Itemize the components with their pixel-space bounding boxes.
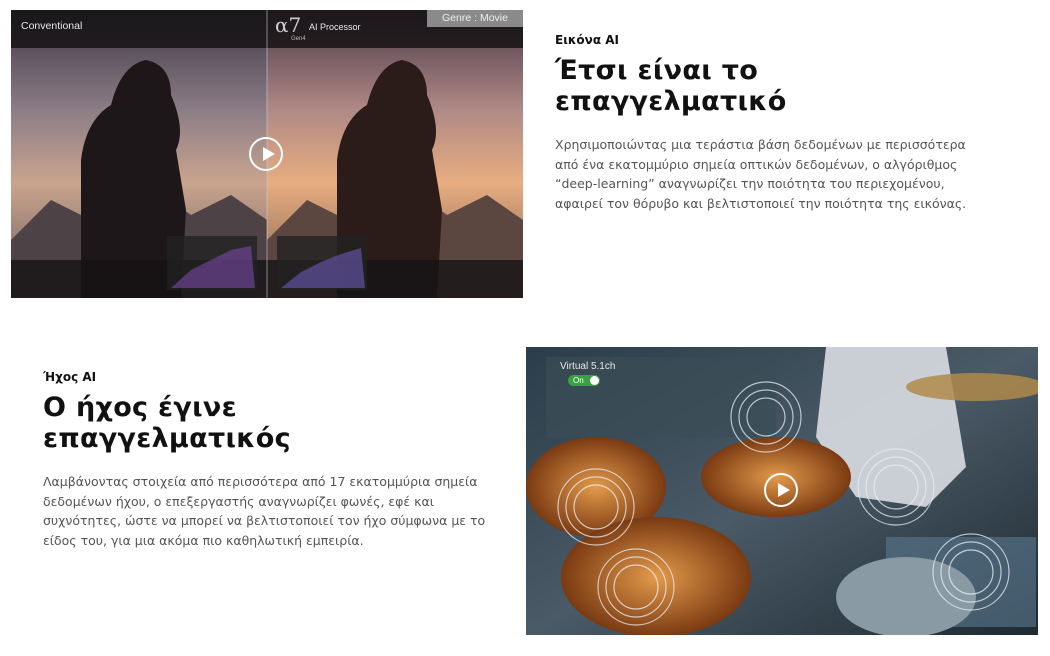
sound-ai-text: Ήχος AI Ο ήχος έγινε επαγγελματικός Λαμβ…	[43, 370, 493, 550]
surround-toggle-label: On	[573, 376, 584, 385]
video-sound-ai[interactable]: Virtual 5.1ch On	[526, 347, 1038, 635]
processor-logo: α7	[275, 13, 302, 37]
toggle-knob	[590, 376, 599, 385]
picture-ai-eyebrow: Εικόνα AI	[555, 33, 619, 47]
picture-ai-text: Εικόνα AI Έτσι είναι το επαγγελματικό Χρ…	[555, 33, 995, 213]
virtual-surround-label: Virtual 5.1ch	[560, 361, 616, 372]
video-picture-ai[interactable]: Conventional α7 Gen4 AI Processor Genre …	[11, 10, 523, 298]
picture-ai-body: Χρησιμοποιώντας μια τεράστια βάση δεδομέ…	[555, 137, 967, 211]
processor-logo-sub: Gen4	[291, 36, 306, 42]
sound-ai-headline: Ο ήχος έγινε επαγγελματικός	[43, 392, 291, 454]
picture-ai-headline: Έτσι είναι το επαγγελματικό	[555, 55, 787, 117]
sound-ai-body: Λαμβάνοντας στοιχεία από περισσότερα από…	[43, 474, 486, 548]
genre-badge: Genre : Movie	[427, 10, 523, 27]
sound-ai-eyebrow: Ήχος AI	[43, 370, 97, 384]
conventional-label: Conventional	[21, 20, 83, 32]
ai-processor-label: AI Processor	[309, 22, 361, 32]
play-icon[interactable]	[249, 137, 283, 171]
play-icon[interactable]	[764, 473, 798, 507]
surround-toggle[interactable]: On	[568, 375, 600, 386]
